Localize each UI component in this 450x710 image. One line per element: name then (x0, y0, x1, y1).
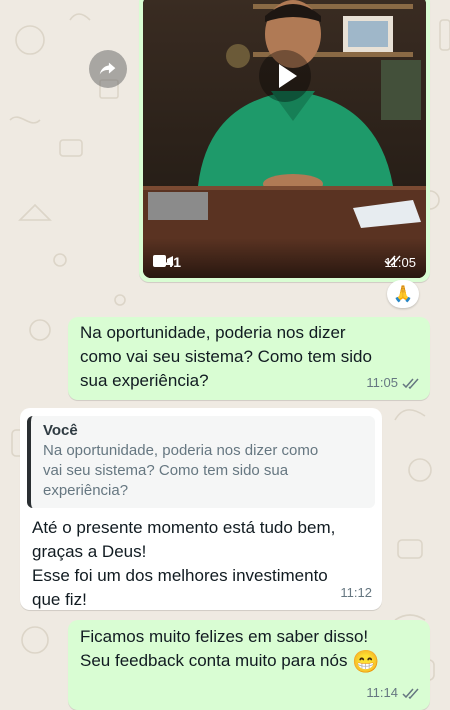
message-time: 11:05 (366, 375, 398, 390)
double-check-icon (384, 255, 401, 266)
play-button[interactable] (259, 50, 311, 102)
message-time: 11:14 (366, 685, 398, 700)
reaction-badge[interactable]: 🙏 (387, 280, 419, 308)
message-text: Ficamos muito felizes em saber disso! Se… (80, 625, 418, 674)
message-meta: 11:05 (366, 371, 420, 395)
video-timestamp: 11:05 (384, 255, 416, 270)
grin-emoji: 😁 (352, 649, 380, 674)
video-camera-icon (153, 255, 173, 267)
video-duration: 0:41 (153, 254, 181, 270)
incoming-message[interactable]: Você Na oportunidade, poderia nos dizer … (20, 408, 382, 610)
video-message[interactable]: 0:41 11:05 (139, 0, 430, 282)
message-time: 11:12 (340, 585, 372, 600)
quote-author: Você (43, 422, 78, 439)
outgoing-message[interactable]: Ficamos muito felizes em saber disso! Se… (68, 620, 430, 710)
quote-text: Na oportunidade, poderia nos dizer como … (43, 442, 319, 499)
forward-button[interactable] (89, 50, 127, 88)
double-check-icon (402, 378, 419, 389)
outgoing-message[interactable]: Na oportunidade, poderia nos dizer como … (68, 317, 430, 400)
forward-icon (99, 62, 116, 75)
message-meta: 11:12 (340, 581, 372, 605)
play-icon (279, 64, 297, 88)
message-meta: 11:14 (366, 681, 420, 705)
video-frame (143, 0, 426, 278)
quoted-message[interactable]: Você Na oportunidade, poderia nos dizer … (27, 416, 375, 508)
video-thumbnail[interactable]: 0:41 11:05 (143, 0, 426, 278)
double-check-icon (402, 688, 419, 699)
message-text: Até o presente momento está tudo bem, gr… (32, 518, 336, 609)
pray-emoji: 🙏 (393, 286, 413, 303)
message-text-body: Ficamos muito felizes em saber disso! Se… (80, 627, 369, 670)
